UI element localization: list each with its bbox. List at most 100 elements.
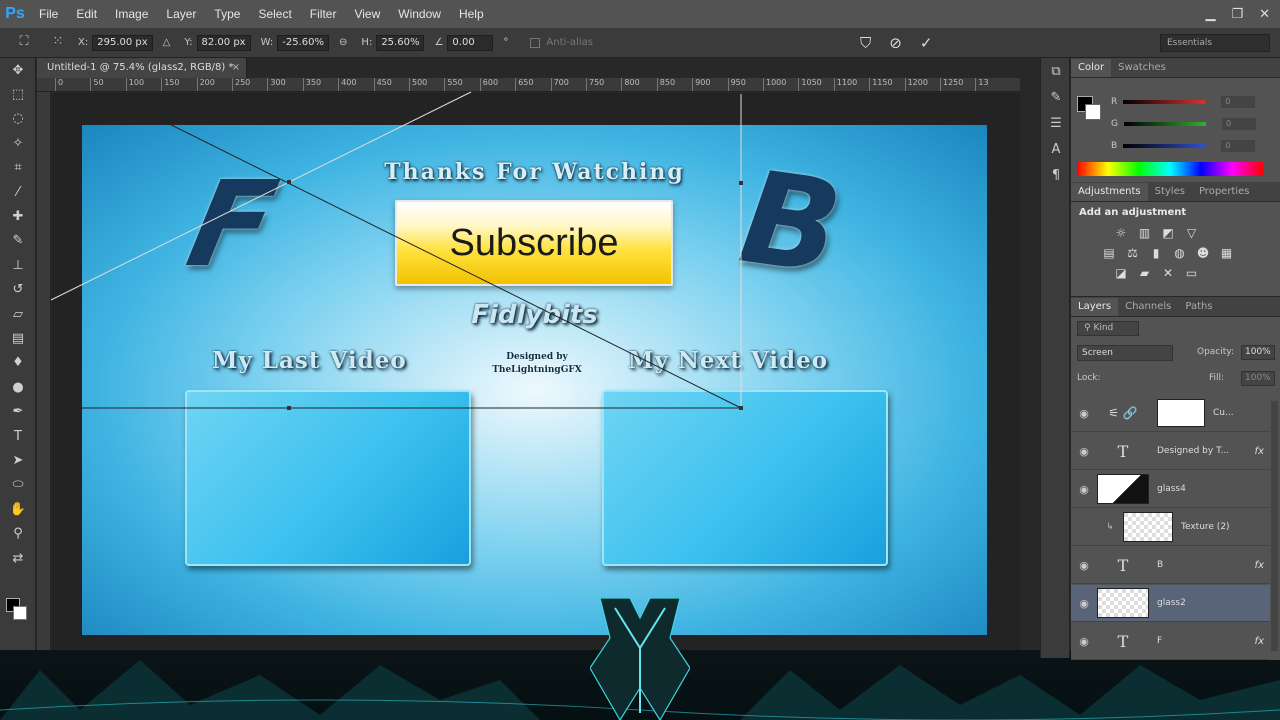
height-field[interactable]: 25.60% [376, 34, 425, 51]
visibility-eye-icon[interactable]: ◉ [1071, 407, 1097, 420]
tab-channels[interactable]: Channels [1118, 298, 1178, 316]
blend-mode-select[interactable]: Screen [1077, 345, 1173, 361]
character-panel-icon[interactable]: A [1041, 136, 1071, 162]
color-lookup-adjustment-icon[interactable]: ▦ [1217, 243, 1237, 263]
brightness-adjustment-icon[interactable]: ☼ [1111, 223, 1131, 243]
red-slider[interactable] [1123, 100, 1206, 104]
swap-colors-icon[interactable]: ⇄ [0, 546, 36, 570]
menu-edit[interactable]: Edit [67, 0, 106, 28]
visibility-eye-icon[interactable]: ◉ [1071, 597, 1097, 610]
menu-layer[interactable]: Layer [157, 0, 205, 28]
paragraph-panel-icon[interactable]: ¶ [1041, 162, 1071, 188]
blue-slider[interactable] [1123, 144, 1206, 148]
visibility-eye-icon[interactable]: ◉ [1071, 635, 1097, 648]
reference-point-icon[interactable]: ⁙ [48, 34, 68, 52]
history-panel-icon[interactable]: ⧉ [1041, 58, 1071, 84]
menu-filter[interactable]: Filter [301, 0, 346, 28]
layer-row[interactable]: ◉ glass4 [1071, 471, 1270, 508]
close-button[interactable]: ✕ [1259, 7, 1270, 22]
menu-image[interactable]: Image [106, 0, 157, 28]
move-tool-icon[interactable]: ✥ [0, 58, 36, 82]
green-value[interactable]: 0 [1221, 118, 1256, 130]
layer-row[interactable]: ◉ T Designed by T... fx [1071, 433, 1270, 470]
visibility-eye-icon[interactable]: ◉ [1071, 445, 1097, 458]
stamp-tool-icon[interactable]: ⊥ [0, 253, 36, 277]
invert-adjustment-icon[interactable]: ◪ [1111, 263, 1131, 283]
minimize-button[interactable]: ▁ [1205, 7, 1215, 22]
dodge-tool-icon[interactable]: ● [0, 375, 36, 399]
menu-view[interactable]: View [345, 0, 389, 28]
layer-effects-icon[interactable]: fx [1255, 636, 1264, 647]
layer-row[interactable]: ◉ ⚟ 🔗 Cu... [1071, 395, 1270, 432]
y-field[interactable]: 82.00 px [196, 34, 251, 51]
layer-row[interactable]: ▫ ↳ Texture (2) [1071, 509, 1270, 546]
visibility-eye-icon[interactable]: ◉ [1071, 483, 1097, 496]
properties-panel-icon[interactable]: ☰ [1041, 110, 1071, 136]
posterize-adjustment-icon[interactable]: ▰ [1135, 263, 1155, 283]
hand-tool-icon[interactable]: ✋ [0, 497, 36, 521]
commit-transform-icon[interactable]: ✓ [920, 34, 933, 52]
x-field[interactable]: 295.00 px [92, 34, 153, 51]
menu-help[interactable]: Help [450, 0, 493, 28]
menu-type[interactable]: Type [205, 0, 249, 28]
tab-layers[interactable]: Layers [1071, 298, 1119, 316]
pen-tool-icon[interactable]: ✒ [0, 399, 36, 423]
color-spectrum[interactable] [1077, 162, 1263, 176]
type-tool-icon[interactable]: T [0, 424, 36, 448]
link-icon[interactable]: ⊖ [339, 37, 347, 48]
green-slider[interactable] [1123, 122, 1206, 126]
channel-mixer-adjustment-icon[interactable]: ☻ [1193, 243, 1213, 263]
magic-wand-tool-icon[interactable]: ✧ [0, 131, 36, 155]
vibrance-adjustment-icon[interactable]: ▽ [1182, 223, 1202, 243]
lasso-tool-icon[interactable]: ◌ [0, 107, 36, 131]
threshold-adjustment-icon[interactable]: ✕ [1158, 263, 1178, 283]
antialias-checkbox[interactable] [530, 37, 541, 48]
eraser-tool-icon[interactable]: ▱ [0, 302, 36, 326]
hue-adjustment-icon[interactable]: ▤ [1099, 243, 1119, 263]
layer-effects-icon[interactable]: fx [1255, 560, 1264, 571]
fill-field[interactable]: 100% [1241, 371, 1275, 386]
crop-tool-icon[interactable]: ⌗ [0, 156, 36, 180]
layer-row[interactable]: ◉ T B fx [1071, 547, 1270, 584]
opacity-field[interactable]: 100% [1241, 345, 1275, 360]
black-white-adjustment-icon[interactable]: ▮ [1146, 243, 1166, 263]
blur-tool-icon[interactable]: ♦ [0, 351, 36, 375]
blue-value[interactable]: 0 [1221, 140, 1256, 152]
shape-tool-icon[interactable]: ⬭ [0, 473, 36, 497]
path-selection-tool-icon[interactable]: ➤ [0, 448, 36, 472]
menu-window[interactable]: Window [389, 0, 450, 28]
delta-icon[interactable]: △ [163, 37, 171, 48]
marquee-tool-icon[interactable]: ⬚ [0, 82, 36, 106]
width-field[interactable]: -25.60% [277, 34, 330, 51]
visibility-eye-icon[interactable]: ◉ [1071, 559, 1097, 572]
red-value[interactable]: 0 [1221, 96, 1256, 108]
layer-row-selected[interactable]: ◉ glass2 [1071, 585, 1270, 622]
tab-styles[interactable]: Styles [1148, 183, 1192, 201]
background-color-swatch[interactable] [13, 606, 27, 620]
exposure-adjustment-icon[interactable]: ◩ [1158, 223, 1178, 243]
color-bg-swatch[interactable] [1085, 104, 1101, 120]
healing-brush-tool-icon[interactable]: ✚ [0, 204, 36, 228]
cancel-transform-icon[interactable]: ⊘ [889, 34, 902, 52]
menu-select[interactable]: Select [249, 0, 300, 28]
gradient-tool-icon[interactable]: ▤ [0, 326, 36, 350]
history-brush-tool-icon[interactable]: ↺ [0, 278, 36, 302]
tab-properties[interactable]: Properties [1192, 183, 1257, 201]
tab-paths[interactable]: Paths [1178, 298, 1219, 316]
layer-filter-kind[interactable]: ⚲ Kind [1077, 321, 1139, 336]
brush-panel-icon[interactable]: ✎ [1041, 84, 1071, 110]
photo-filter-adjustment-icon[interactable]: ◍ [1170, 243, 1190, 263]
transform-tool-icon[interactable]: ⛶ [14, 34, 34, 52]
levels-adjustment-icon[interactable]: ▥ [1135, 223, 1155, 243]
tab-swatches[interactable]: Swatches [1111, 59, 1173, 77]
layers-scrollbar[interactable] [1271, 401, 1278, 651]
brush-tool-icon[interactable]: ✎ [0, 229, 36, 253]
gradient-map-adjustment-icon[interactable]: ▭ [1182, 263, 1202, 283]
workspace-select[interactable]: Essentials [1160, 34, 1270, 52]
warp-icon[interactable]: ⛉ [860, 34, 871, 52]
layer-effects-icon[interactable]: fx [1255, 446, 1264, 457]
tab-color[interactable]: Color [1071, 59, 1112, 77]
visibility-eye-icon[interactable]: ▫ [1071, 521, 1097, 534]
zoom-tool-icon[interactable]: ⚲ [0, 521, 36, 545]
color-balance-adjustment-icon[interactable]: ⚖ [1123, 243, 1143, 263]
